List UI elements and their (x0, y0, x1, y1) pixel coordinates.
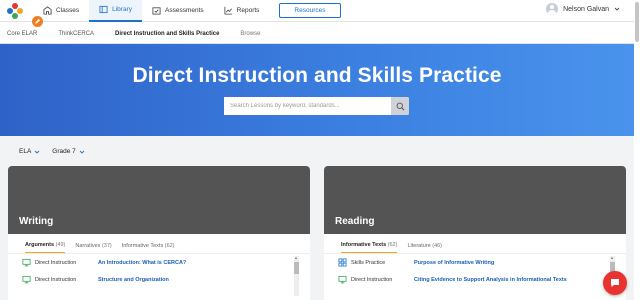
subnav-item-label: ThinkCERCA (58, 31, 95, 37)
search-button[interactable] (391, 97, 409, 115)
chevron-down-icon (79, 150, 85, 154)
list-item[interactable]: Direct Instruction An Introduction: What… (22, 254, 310, 271)
lesson-list: Direct Instruction An Introduction: What… (8, 254, 310, 296)
card-tabs: Arguments (49) Narratives (37) Informati… (8, 238, 310, 254)
chevron-down-icon (614, 7, 620, 11)
search-input[interactable] (224, 97, 391, 115)
nav-item-label: Classes (56, 7, 80, 14)
list-item[interactable]: Direct Instruction Structure and Organiz… (22, 271, 310, 288)
subnav-item-thinkcerca[interactable]: ThinkCERCA (58, 31, 94, 43)
scrollbar-thumb[interactable] (294, 262, 299, 274)
tab-label: Literature (407, 242, 431, 249)
user-name: Nelson Galvan (563, 5, 609, 13)
classes-icon (43, 6, 52, 15)
lesson-link[interactable]: Purpose of Informative Writing (414, 260, 494, 266)
scroll-up-icon (611, 257, 613, 259)
pencil-badge-icon (32, 16, 43, 27)
nav-item-assessments[interactable]: Assessments (142, 0, 214, 22)
nav-item-reports[interactable]: Reports (214, 0, 270, 22)
chat-button[interactable] (603, 271, 627, 295)
tab-informative-texts[interactable]: Informative Texts (62) (122, 239, 175, 253)
nav-item-label: Library (112, 6, 132, 13)
lesson-list: Skills Practice Purpose of Informative W… (324, 254, 626, 296)
tab-literature[interactable]: Literature (46) (407, 239, 442, 253)
hero-banner: Direct Instruction and Skills Practice (0, 44, 634, 136)
resources-button[interactable]: Resources (279, 3, 341, 18)
list-item[interactable]: Direct Instruction Citing Evidence to Su… (338, 271, 626, 288)
subnav-item-direct-instruction[interactable]: Direct Instruction and Skills Practice (115, 31, 219, 43)
lesson-type: Skills Practice (351, 259, 386, 266)
subnav-item-label: Direct Instruction and Skills Practice (115, 31, 220, 37)
card-title: Reading (335, 216, 375, 227)
tab-count: (37) (101, 242, 112, 249)
page-scrollbar-thumb[interactable] (635, 2, 639, 42)
card-title: Writing (19, 216, 54, 227)
list-scrollbar[interactable] (294, 256, 299, 296)
tab-label: Arguments (25, 242, 55, 248)
subnav-item-label: Browse (240, 31, 261, 37)
monitor-icon (22, 258, 31, 267)
nav-item-label: Assessments (165, 7, 204, 14)
search-bar (224, 97, 409, 115)
avatar (546, 3, 559, 15)
lesson-type: Direct Instruction (35, 276, 77, 283)
nav-item-library[interactable]: Library (89, 0, 142, 22)
subnav-item-browse[interactable]: Browse (240, 31, 260, 43)
assessments-icon (152, 7, 161, 15)
tab-count: (62) (387, 242, 398, 248)
card-header: Writing (8, 166, 310, 234)
tab-arguments[interactable]: Arguments (49) (25, 238, 66, 253)
breadcrumb-tabs: Core ELAR ThinkCERCA Direct Instruction … (0, 16, 634, 44)
subject-filter-label: ELA (19, 148, 32, 155)
tab-count: (46) (432, 242, 443, 249)
tab-count: (49) (55, 242, 66, 248)
user-menu[interactable]: Nelson Galvan (546, 3, 620, 15)
tab-informative-texts[interactable]: Informative Texts (62) (341, 238, 398, 253)
tab-label: Informative Texts (121, 242, 164, 249)
app-logo[interactable] (7, 2, 23, 19)
lesson-type: Direct Instruction (351, 276, 393, 283)
chat-icon (611, 279, 619, 287)
tab-count: (62) (164, 242, 175, 249)
chevron-down-icon (34, 150, 40, 154)
monitor-icon (22, 275, 31, 284)
tab-narratives[interactable]: Narratives (37) (75, 239, 111, 253)
lesson-type: Direct Instruction (35, 259, 77, 266)
nav-item-label: Reports (236, 7, 260, 14)
grade-filter[interactable]: Grade 7 (52, 148, 85, 155)
subject-filter[interactable]: ELA (19, 148, 40, 155)
grade-filter-label: Grade 7 (52, 148, 76, 155)
page: Classes Library Assessments Reports Reso… (0, 0, 640, 300)
page-title: Direct Instruction and Skills Practice (132, 64, 502, 87)
scroll-up-icon (295, 257, 297, 259)
tab-label: Narratives (75, 242, 101, 249)
subnav-item-label: Core ELAR (7, 31, 38, 37)
subnav-item-core-elar[interactable]: Core ELAR (7, 16, 43, 43)
card-tabs: Informative Texts (62) Literature (46) (324, 238, 626, 254)
list-item[interactable]: Skills Practice Purpose of Informative W… (338, 254, 626, 271)
lesson-link[interactable]: An Introduction: What is CERCA? (98, 260, 186, 266)
monitor-icon (338, 275, 347, 284)
page-scrollbar[interactable] (634, 0, 640, 300)
card-header: Reading (324, 166, 626, 234)
filters: ELA Grade 7 (19, 148, 85, 155)
tab-label: Informative Texts (341, 242, 387, 248)
lesson-link[interactable]: Structure and Organization (98, 277, 169, 283)
nav-items: Classes Library Assessments Reports (33, 0, 269, 22)
search-icon (396, 102, 404, 110)
reports-icon (224, 6, 232, 15)
writing-card: Writing Arguments (49) Narratives (37) I… (8, 166, 310, 300)
grid-icon (338, 258, 347, 267)
library-icon (99, 5, 108, 14)
lesson-link[interactable]: Citing Evidence to Support Analysis in I… (414, 277, 567, 283)
top-nav: Classes Library Assessments Reports Reso… (0, 0, 634, 22)
reading-card: Reading Informative Texts (62) Literatur… (324, 166, 626, 300)
